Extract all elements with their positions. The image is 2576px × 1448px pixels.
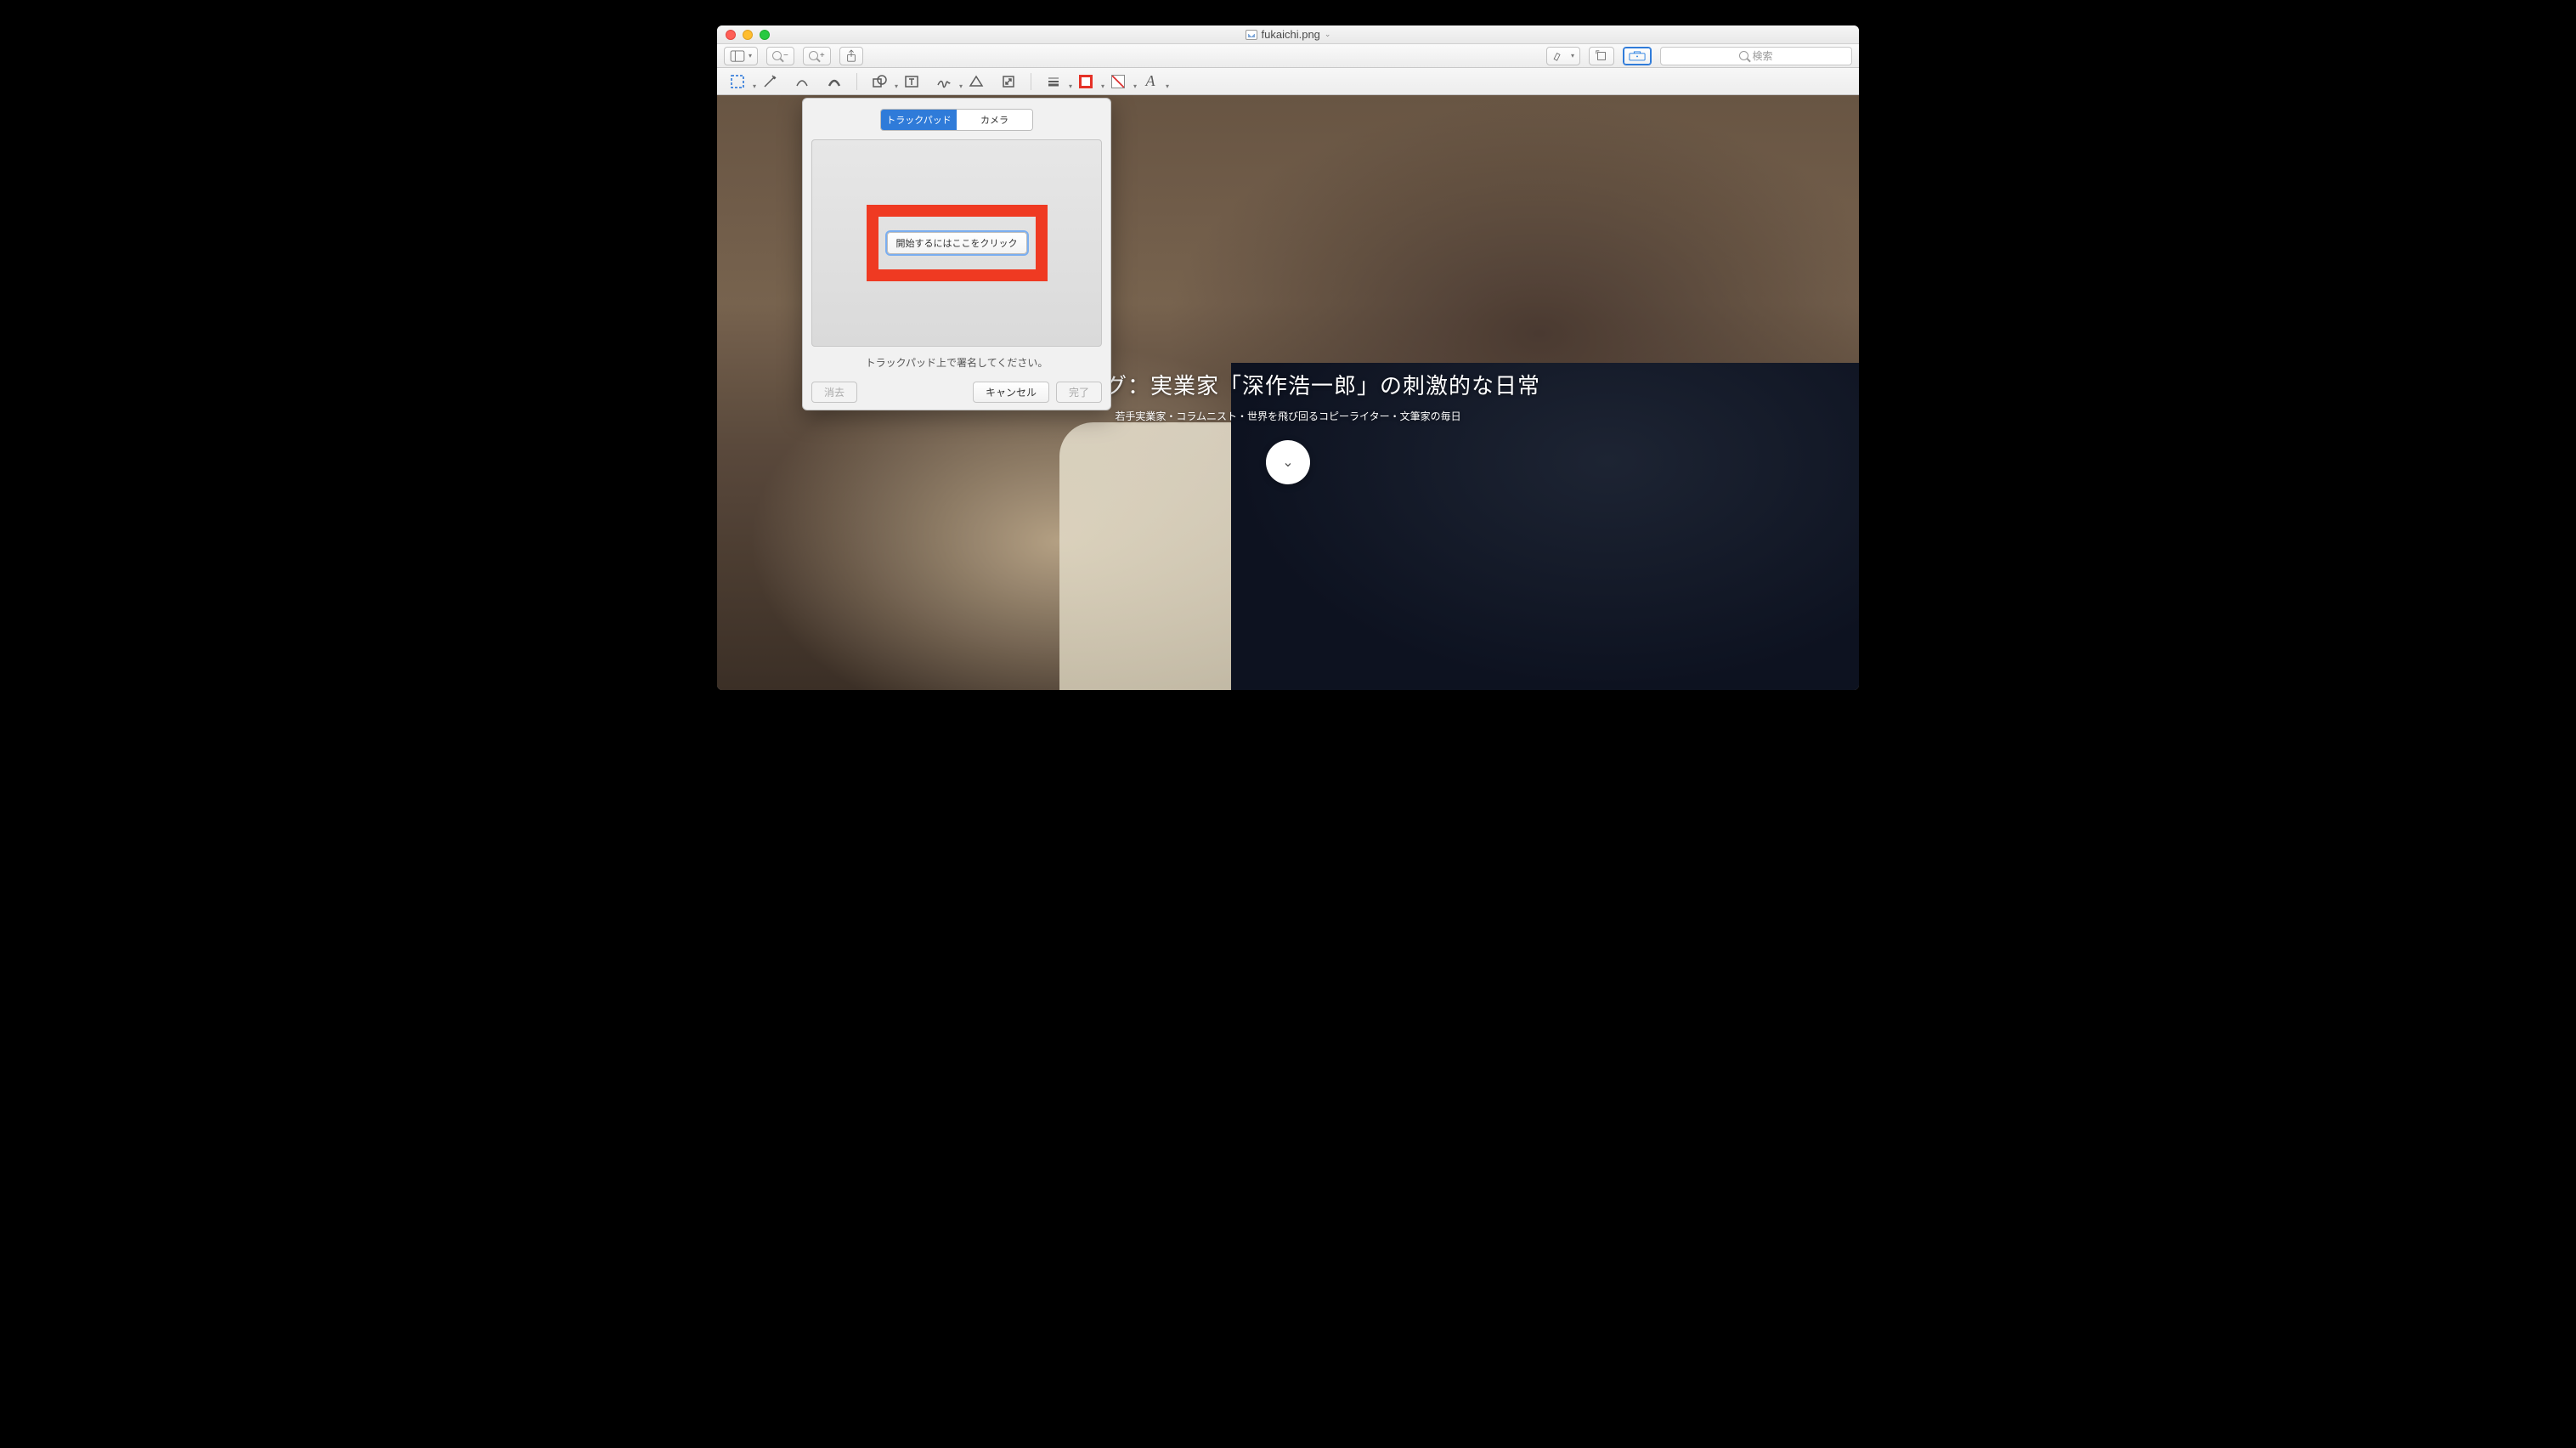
cancel-button[interactable]: キャンセル bbox=[973, 382, 1049, 403]
chevron-down-icon: ▾ bbox=[1166, 82, 1169, 90]
zoom-out-button[interactable]: − bbox=[766, 47, 794, 65]
chevron-down-icon: ⌄ bbox=[1282, 454, 1293, 471]
chevron-down-icon: ▾ bbox=[749, 52, 752, 59]
sidebar-toggle-button[interactable]: ▾ bbox=[724, 47, 758, 65]
clear-button: 消去 bbox=[811, 382, 857, 403]
rotate-icon bbox=[1595, 49, 1608, 63]
rotate-button[interactable] bbox=[1589, 47, 1614, 65]
done-button: 完了 bbox=[1056, 382, 1102, 403]
draw-tool[interactable] bbox=[821, 71, 848, 92]
main-toolbar: ▾ − + ▾ 検索 bbox=[717, 44, 1859, 68]
signature-icon bbox=[936, 74, 952, 89]
canvas[interactable]: チブログ：実業家「深作浩一郎」の刺激的な日常 若手実業家・コラムニスト・世界を飛… bbox=[717, 95, 1859, 690]
signature-source-tabs: トラックパッド カメラ bbox=[880, 109, 1033, 131]
sign-tool[interactable]: ▾ bbox=[930, 71, 958, 92]
zoom-in-button[interactable]: + bbox=[803, 47, 831, 65]
zoom-in-icon bbox=[809, 51, 818, 60]
text-style-tool[interactable]: A ▾ bbox=[1137, 71, 1164, 92]
hero-title: チブログ：実業家「深作浩一郎」の刺激的な日常 bbox=[1036, 369, 1540, 400]
sketch-icon bbox=[794, 74, 810, 89]
fill-color-swatch bbox=[1111, 75, 1125, 88]
tab-trackpad[interactable]: トラックパッド bbox=[881, 110, 957, 130]
line-weight-icon bbox=[1046, 74, 1061, 89]
start-signing-button[interactable]: 開始するにはここをクリック bbox=[887, 232, 1027, 254]
chevron-down-icon: ▾ bbox=[1571, 52, 1574, 59]
adjust-size-tool[interactable] bbox=[995, 71, 1022, 92]
share-button[interactable] bbox=[839, 47, 863, 65]
adjust-icon bbox=[969, 74, 984, 89]
resize-icon bbox=[1001, 74, 1016, 89]
line-style-tool[interactable]: ▾ bbox=[1040, 71, 1067, 92]
tab-camera[interactable]: カメラ bbox=[957, 110, 1032, 130]
signature-popover: トラックパッド カメラ 開始するにはここをクリック トラックパッド上で署名してく… bbox=[802, 98, 1111, 410]
window-title: fukaichi.png ⌄ bbox=[717, 28, 1859, 41]
image-file-icon bbox=[1246, 30, 1257, 40]
zoom-out-icon bbox=[772, 51, 782, 60]
hero-text: チブログ：実業家「深作浩一郎」の刺激的な日常 若手実業家・コラムニスト・世界を飛… bbox=[1036, 369, 1540, 423]
preview-window: fukaichi.png ⌄ ▾ − + ▾ bbox=[717, 25, 1859, 690]
shapes-icon bbox=[872, 74, 887, 89]
draw-icon bbox=[827, 74, 842, 89]
toolbox-icon bbox=[1629, 50, 1646, 61]
popover-buttons: 消去 キャンセル 完了 bbox=[811, 382, 1102, 403]
scroll-down-button[interactable]: ⌄ bbox=[1266, 440, 1310, 484]
separator bbox=[856, 73, 857, 90]
fill-color-tool[interactable]: ▾ bbox=[1104, 71, 1132, 92]
search-icon bbox=[1739, 51, 1748, 60]
highlight-annotation: 開始するにはここをクリック bbox=[867, 205, 1048, 281]
text-icon bbox=[904, 74, 919, 89]
selection-tool[interactable]: ▾ bbox=[724, 71, 751, 92]
border-color-tool[interactable]: ▾ bbox=[1072, 71, 1099, 92]
hero-subtitle: 若手実業家・コラムニスト・世界を飛び回るコピーライター・文筆家の毎日 bbox=[1036, 409, 1540, 423]
wand-icon bbox=[762, 74, 777, 89]
markup-toolbar-button[interactable] bbox=[1623, 47, 1652, 65]
search-placeholder: 検索 bbox=[1752, 48, 1772, 63]
selection-rect-icon bbox=[730, 74, 745, 89]
highlighter-icon bbox=[1552, 51, 1568, 61]
title-dropdown-icon[interactable]: ⌄ bbox=[1325, 30, 1331, 39]
signature-pad[interactable]: 開始するにはここをクリック bbox=[811, 139, 1102, 347]
signature-hint: トラックパッド上で署名してください。 bbox=[811, 355, 1102, 370]
window-title-text: fukaichi.png bbox=[1262, 28, 1320, 41]
adjust-color-tool[interactable] bbox=[963, 71, 990, 92]
font-icon: A bbox=[1146, 72, 1155, 90]
highlight-button[interactable]: ▾ bbox=[1546, 47, 1580, 65]
text-tool[interactable] bbox=[898, 71, 925, 92]
share-icon bbox=[845, 49, 857, 63]
titlebar: fukaichi.png ⌄ bbox=[717, 25, 1859, 44]
instant-alpha-tool[interactable] bbox=[756, 71, 783, 92]
markup-toolbar: ▾ ▾ ▾ ▾ bbox=[717, 68, 1859, 95]
border-color-swatch bbox=[1079, 75, 1093, 88]
search-field[interactable]: 検索 bbox=[1660, 47, 1852, 65]
sketch-tool[interactable] bbox=[788, 71, 816, 92]
shapes-tool[interactable]: ▾ bbox=[866, 71, 893, 92]
